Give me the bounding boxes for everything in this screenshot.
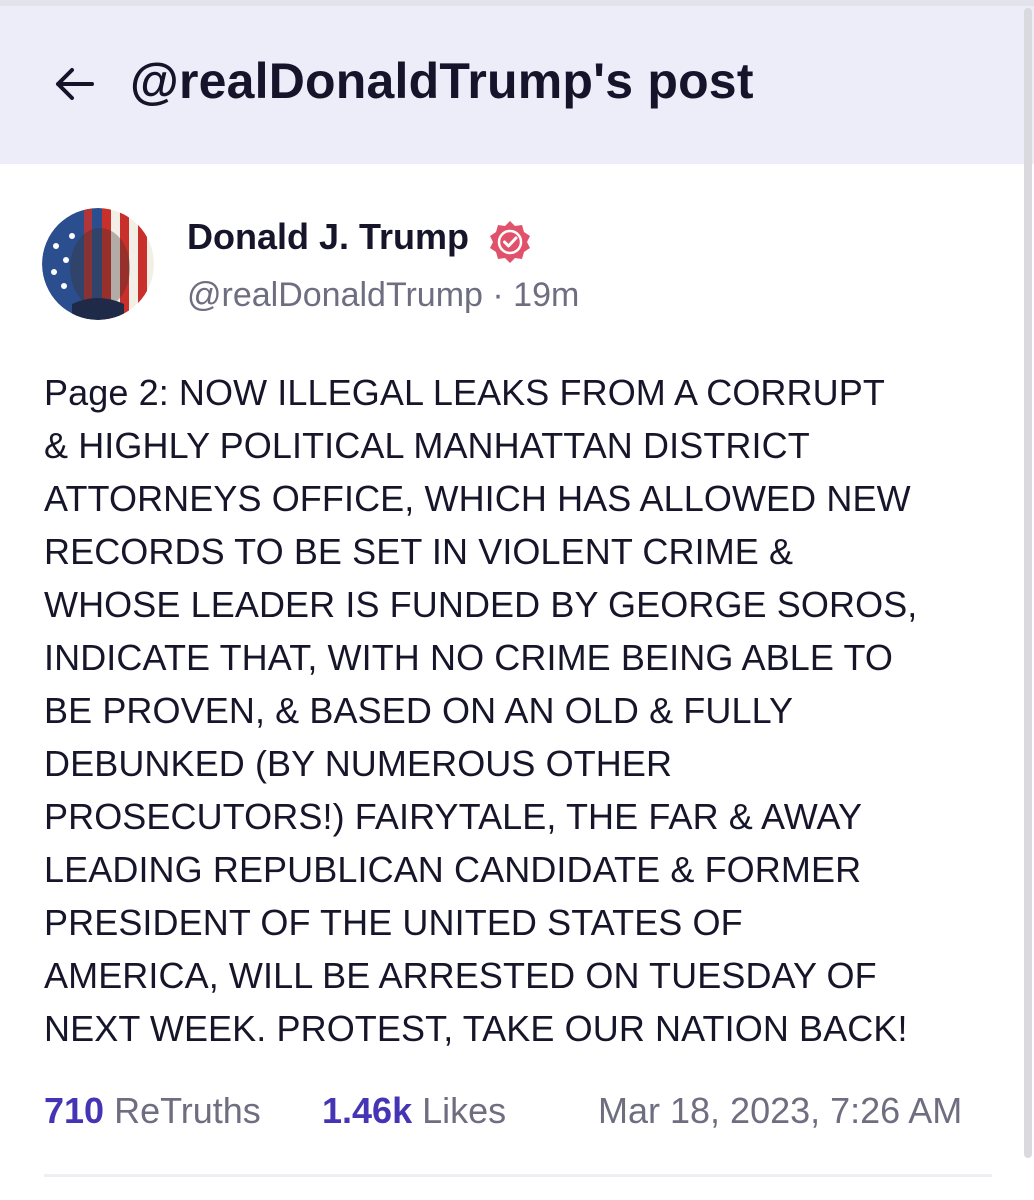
post-meta: @realDonaldTrump · 19m [187,276,579,315]
post-body: Page 2: NOW ILLEGAL LEAKS FROM A CORRUPT… [44,366,1004,1055]
author-name[interactable]: Donald J. Trump [187,216,469,258]
author-handle[interactable]: @realDonaldTrump [187,276,483,314]
verified-badge-icon [490,221,530,263]
profile-photo [42,208,154,320]
post-card: Donald J. Trump @realDonaldTrump · 19m P… [0,164,1034,1200]
post-body-line: AMERICA, WILL BE ARRESTED ON TUESDAY OF [44,955,877,996]
avatar[interactable] [42,208,154,320]
arrow-left-icon [56,68,94,100]
post-body-line: Page 2: NOW ILLEGAL LEAKS FROM A CORRUPT [44,372,885,413]
page-header: @realDonaldTrump's post [0,6,1034,164]
post-body-line: BE PROVEN, & BASED ON AN OLD & FULLY [44,690,794,731]
retruths-label: ReTruths [114,1090,261,1131]
post-body-line: ATTORNEYS OFFICE, WHICH HAS ALLOWED NEW [44,478,911,519]
post-body-line: WHOSE LEADER IS FUNDED BY GEORGE SOROS, [44,584,918,625]
post-timestamp: Mar 18, 2023, 7:26 AM [598,1090,963,1131]
post-body-line: DEBUNKED (BY NUMEROUS OTHER [44,743,673,784]
likes-label: Likes [422,1090,507,1131]
page-title: @realDonaldTrump's post [130,53,754,109]
meta-separator: · [492,276,504,314]
divider [44,1174,992,1177]
post-time-ago: 19m [513,276,580,314]
post-body-line: NEXT WEEK. PROTEST, TAKE OUR NATION BACK… [44,1008,908,1049]
post-body-line: PRESIDENT OF THE UNITED STATES OF [44,902,743,943]
likes-count: 1.46k [322,1090,413,1131]
post-body-line: & HIGHLY POLITICAL MANHATTAN DISTRICT [44,425,810,466]
likes-stat[interactable]: 1.46k Likes [322,1090,506,1132]
retruths-count: 710 [44,1090,105,1131]
back-button[interactable] [50,60,98,108]
retruths-stat[interactable]: 710 ReTruths [44,1090,261,1132]
post-body-line: LEADING REPUBLICAN CANDIDATE & FORMER [44,849,862,890]
post-page: @realDonaldTrump's post Donald J. Trump … [0,0,1034,1200]
post-body-line: PROSECUTORS!) FAIRYTALE, THE FAR & AWAY [44,796,863,837]
post-stats: 710 ReTruths 1.46k Likes Mar 18, 2023, 7… [44,1090,1004,1142]
post-body-line: RECORDS TO BE SET IN VIOLENT CRIME & [44,531,794,572]
post-body-line: INDICATE THAT, WITH NO CRIME BEING ABLE … [44,637,893,678]
